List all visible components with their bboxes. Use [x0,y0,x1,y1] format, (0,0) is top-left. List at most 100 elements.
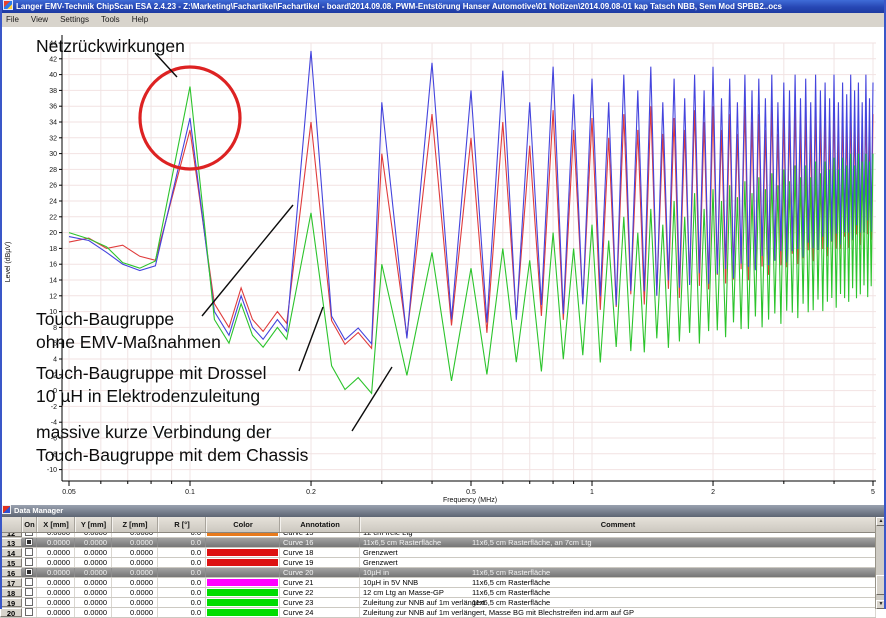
table-row[interactable]: 200.00000.00000.00000.0Curve 24Zuleitung… [0,608,876,618]
row-checkbox[interactable] [25,598,33,606]
r-value: 0.0 [158,538,206,547]
svg-text:18: 18 [49,246,57,253]
table-row[interactable]: 190.00000.00000.00000.0Curve 23Zuleitung… [0,598,876,608]
on-cell [22,588,37,597]
y-value: 0.0000 [75,548,112,557]
color-swatch [207,549,278,556]
x-value: 0.0000 [37,568,75,577]
row-checkbox[interactable] [25,548,33,556]
svg-text:32: 32 [49,135,57,142]
row-checkbox[interactable] [25,558,33,566]
annotation-cell: Curve 23 [280,598,360,607]
column-header-ymm[interactable]: Y [mm] [75,517,112,532]
row-checkbox[interactable] [25,533,33,536]
menu-item-settings[interactable]: Settings [54,13,95,27]
color-cell [206,578,280,587]
x-value: 0.0000 [37,608,75,617]
row-checkbox[interactable] [25,588,33,596]
on-cell [22,548,37,557]
row-number[interactable]: 17 [0,578,22,587]
column-header-xmm[interactable]: X [mm] [37,517,75,532]
row-number[interactable]: 16 [0,568,22,577]
svg-text:2: 2 [711,489,715,496]
menu-item-view[interactable]: View [25,13,54,27]
comment-text: 12 cm Ltg an Masse-GP [363,588,444,597]
column-header-annotation[interactable]: Annotation [280,517,360,532]
window-titlebar[interactable]: Langer EMV-Technik ChipScan ESA 2.4.23 -… [0,0,886,13]
r-value: 0.0 [158,588,206,597]
on-cell [22,568,37,577]
table-row[interactable]: 150.00000.00000.00000.0Curve 19Grenzwert [0,558,876,568]
menu-bar: FileViewSettingsToolsHelp [0,13,886,28]
color-cell [206,598,280,607]
z-value: 0.0000 [112,608,158,617]
annotation-cell: Curve 24 [280,608,360,617]
menu-item-help[interactable]: Help [126,13,154,27]
column-header-r[interactable]: R [°] [158,517,206,532]
x-value: 0.0000 [37,598,75,607]
table-corner[interactable] [0,517,22,532]
row-number[interactable]: 13 [0,538,22,547]
data-manager-title: Data Manager [14,506,63,515]
comment-cell: Grenzwert [360,558,876,567]
comment-text: Zuleitung zur NNB auf 1m verlängert, Mas… [363,608,634,617]
table-row[interactable]: 140.00000.00000.00000.0Curve 18Grenzwert [0,548,876,558]
row-checkbox[interactable] [25,538,33,546]
y-value: 0.0000 [75,538,112,547]
data-manager-titlebar[interactable]: Data Manager [0,505,886,517]
row-number[interactable]: 19 [0,598,22,607]
r-value: 0.0 [158,558,206,567]
row-checkbox[interactable] [25,568,33,576]
annotation-netz: Netzrückwirkungen [36,35,185,58]
app-window: Langer EMV-Technik ChipScan ESA 2.4.23 -… [0,0,886,609]
column-header-on[interactable]: On [22,517,37,532]
comment-text-2: 11x6,5 cm Rasterfläche, an 7cm Ltg [472,538,592,547]
svg-text:14: 14 [49,278,57,285]
column-header-zmm[interactable]: Z [mm] [112,517,158,532]
comment-text-2: 11x6,5 cm Rasterfläche [472,568,550,577]
on-cell [22,578,37,587]
annotation-ohne: Touch-Baugruppe ohne EMV-Maßnahmen [36,308,221,354]
row-number[interactable]: 15 [0,558,22,567]
on-cell [22,533,37,537]
z-value: 0.0000 [112,558,158,567]
annotation-cell: Curve 21 [280,578,360,587]
comment-text-2: 11x6,5 cm Rasterfläche [472,598,550,607]
pointer-line-1 [202,205,293,316]
z-value: 0.0000 [112,568,158,577]
column-header-color[interactable]: Color [206,517,280,532]
table-row[interactable]: 130.00000.00000.00000.0Curve 1611x6,5 cm… [0,538,876,548]
menu-item-tools[interactable]: Tools [95,13,126,27]
r-value: 0.0 [158,578,206,587]
color-swatch [207,589,278,596]
column-header-comment[interactable]: Comment [360,517,876,532]
table-row[interactable]: 160.00000.00000.00000.0Curve 2010µH in11… [0,568,876,578]
row-number[interactable]: 20 [0,608,22,617]
menu-item-file[interactable]: File [0,13,25,27]
annotation-cell: Curve 15 [280,533,360,537]
svg-text:0.2: 0.2 [306,489,316,496]
color-swatch [207,533,278,536]
r-value: 0.0 [158,533,206,537]
z-value: 0.0000 [112,548,158,557]
window-title: Langer EMV-Technik ChipScan ESA 2.4.23 -… [16,2,782,11]
row-checkbox[interactable] [25,578,33,586]
x-value: 0.0000 [37,538,75,547]
comment-text: 10µH in 5V NNB [363,578,418,587]
table-row[interactable]: 180.00000.00000.00000.0Curve 2212 cm Ltg… [0,588,876,598]
row-checkbox[interactable] [25,608,33,616]
row-number[interactable]: 18 [0,588,22,597]
annotation-cell: Curve 16 [280,538,360,547]
chart-panel: -10-8-6-4-202468101214161820222426283032… [0,27,886,505]
color-cell [206,558,280,567]
on-cell [22,608,37,617]
svg-text:16: 16 [49,262,57,269]
color-cell [206,608,280,617]
row-number[interactable]: 14 [0,548,22,557]
svg-text:20: 20 [49,230,57,237]
comment-cell: 11x6,5 cm Rasterfläche11x6,5 cm Rasterfl… [360,538,876,547]
r-value: 0.0 [158,598,206,607]
row-number[interactable]: 12 [0,533,22,537]
comment-text: Zuleitung zur NNB auf 1m verlängert [363,598,485,607]
table-row[interactable]: 170.00000.00000.00000.0Curve 2110µH in 5… [0,578,876,588]
